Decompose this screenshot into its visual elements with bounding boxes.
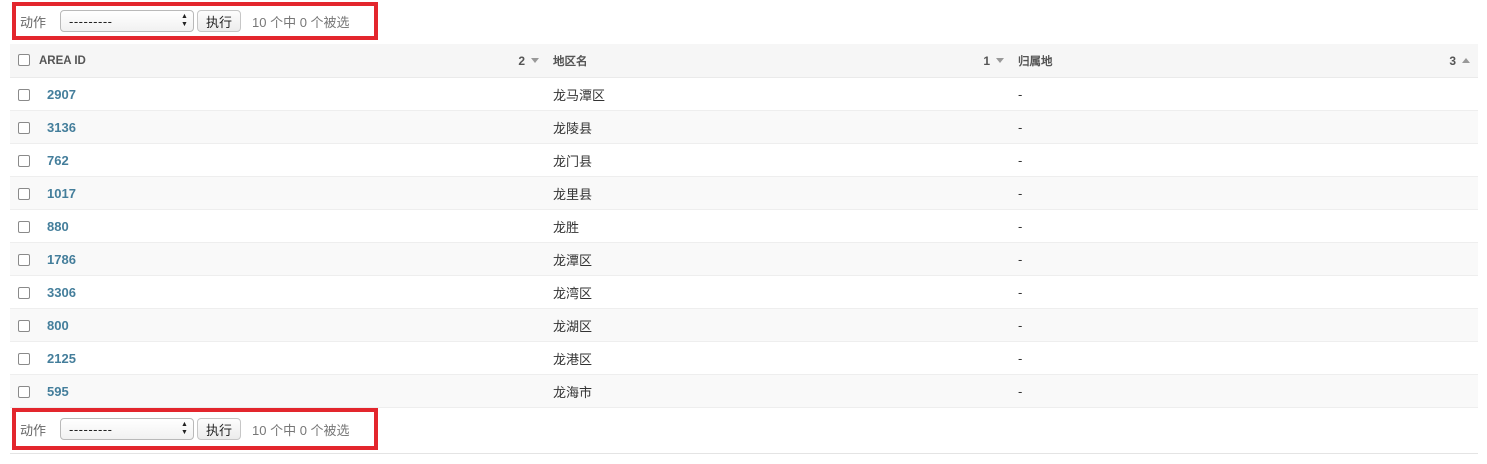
action-select-value: --------- (69, 13, 113, 29)
area-id-link[interactable]: 3136 (39, 120, 76, 135)
area-id-link[interactable]: 595 (39, 384, 69, 399)
area-name-cell: 龙湖区 (547, 308, 1012, 342)
triangle-up-icon (1462, 58, 1470, 63)
sort-indicator[interactable]: 1 (983, 44, 1004, 77)
selection-counter: 10 个中 0 个被选 (252, 14, 350, 30)
area-id-link[interactable]: 1786 (39, 252, 76, 267)
area-name-cell: 龙湾区 (547, 275, 1012, 309)
actions-label: 动作 (20, 422, 47, 438)
row-checkbox[interactable] (18, 320, 30, 333)
run-action-button[interactable]: 执行 (197, 10, 242, 32)
area-name-cell: 龙马潭区 (547, 77, 1012, 111)
sort-indicator[interactable]: 3 (1449, 44, 1470, 77)
row-checkbox[interactable] (18, 287, 30, 300)
table-row: 800 龙湖区 - (10, 308, 1478, 342)
column-header-owner[interactable]: 归属地 3 (1012, 44, 1478, 78)
area-name-cell: 龙港区 (547, 341, 1012, 375)
area-id-link[interactable]: 3306 (39, 285, 76, 300)
row-checkbox[interactable] (18, 353, 30, 366)
owner-cell: - (1012, 176, 1478, 210)
column-header-area-id[interactable]: AREA ID 2 (39, 44, 547, 78)
area-id-link[interactable]: 880 (39, 219, 69, 234)
row-checkbox[interactable] (18, 188, 30, 201)
owner-cell: - (1012, 143, 1478, 177)
triangle-down-icon (531, 58, 539, 63)
table-row: 3306 龙湾区 - (10, 275, 1478, 309)
actions-bar-bottom: 动作 --------- ▲ ▼ 执行 10 个中 0 个被选 (12, 408, 378, 450)
owner-cell: - (1012, 77, 1478, 111)
table-row: 595 龙海市 - (10, 374, 1478, 408)
area-name-cell: 龙潭区 (547, 242, 1012, 276)
action-select-value: --------- (69, 421, 113, 437)
table-row: 3136 龙陵县 - (10, 110, 1478, 144)
column-header-area-name[interactable]: 地区名 1 (547, 44, 1012, 78)
triangle-down-icon (996, 58, 1004, 63)
area-id-link[interactable]: 2125 (39, 351, 76, 366)
area-name-cell: 龙门县 (547, 143, 1012, 177)
selection-counter: 10 个中 0 个被选 (252, 422, 350, 438)
table-row: 1017 龙里县 - (10, 176, 1478, 210)
area-id-link[interactable]: 2907 (39, 87, 76, 102)
sort-indicator[interactable]: 2 (518, 44, 539, 77)
sort-priority: 3 (1449, 53, 1456, 68)
sort-priority: 1 (983, 53, 990, 68)
area-name-cell: 龙胜 (547, 209, 1012, 243)
action-select[interactable]: --------- ▲ ▼ (60, 10, 195, 32)
area-name-cell: 龙陵县 (547, 110, 1012, 144)
owner-cell: - (1012, 110, 1478, 144)
action-select[interactable]: --------- ▲ ▼ (60, 418, 195, 440)
divider (10, 453, 1478, 454)
select-all-checkbox[interactable] (18, 54, 30, 67)
updown-arrows-icon: ▲ ▼ (181, 13, 189, 28)
actions-bar-top: 动作 --------- ▲ ▼ 执行 10 个中 0 个被选 (12, 2, 378, 40)
owner-cell: - (1012, 275, 1478, 309)
area-name-cell: 龙里县 (547, 176, 1012, 210)
area-name-cell: 龙海市 (547, 374, 1012, 408)
row-checkbox[interactable] (18, 254, 30, 267)
column-label: 地区名 (553, 55, 588, 68)
row-checkbox[interactable] (18, 386, 30, 399)
owner-cell: - (1012, 209, 1478, 243)
owner-cell: - (1012, 242, 1478, 276)
sort-priority: 2 (518, 53, 525, 68)
column-label: AREA ID (39, 54, 86, 67)
row-checkbox[interactable] (18, 221, 30, 234)
row-checkbox[interactable] (18, 155, 30, 168)
owner-cell: - (1012, 374, 1478, 408)
table-row: 2125 龙港区 - (10, 341, 1478, 375)
actions-label: 动作 (20, 14, 47, 30)
table-row: 1786 龙潭区 - (10, 242, 1478, 276)
select-all-header (10, 44, 39, 78)
row-checkbox[interactable] (18, 89, 30, 102)
table-row: 2907 龙马潭区 - (10, 77, 1478, 111)
row-checkbox[interactable] (18, 122, 30, 135)
table-row: 762 龙门县 - (10, 143, 1478, 177)
area-id-link[interactable]: 800 (39, 318, 69, 333)
column-label: 归属地 (1018, 55, 1053, 68)
owner-cell: - (1012, 341, 1478, 375)
area-id-link[interactable]: 762 (39, 153, 69, 168)
updown-arrows-icon: ▲ ▼ (181, 421, 189, 436)
table-row: 880 龙胜 - (10, 209, 1478, 243)
run-action-button[interactable]: 执行 (197, 418, 242, 440)
owner-cell: - (1012, 308, 1478, 342)
area-id-link[interactable]: 1017 (39, 186, 76, 201)
results-table: AREA ID 2 地区名 1 归属地 3 2907 龙马潭区 - 3136 龙… (10, 44, 1478, 408)
